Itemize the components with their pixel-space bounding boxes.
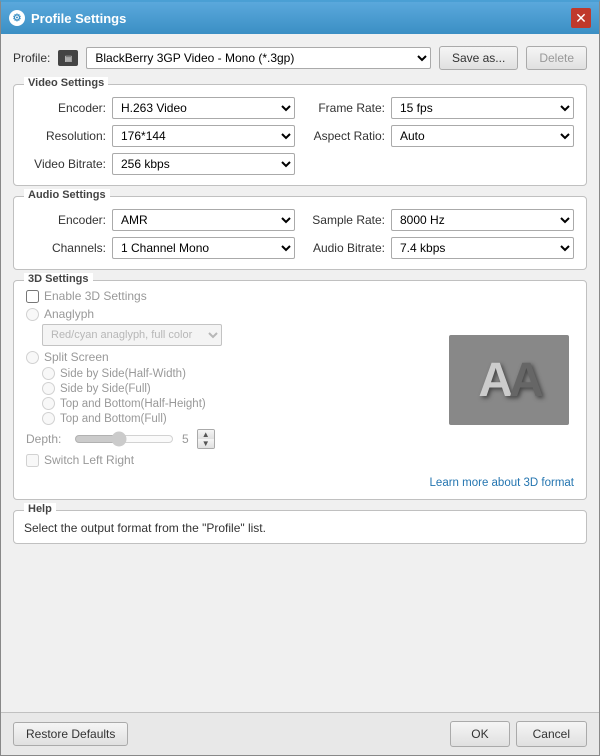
depth-value: 5: [182, 432, 189, 446]
video-bitrate-label: Video Bitrate:: [26, 157, 106, 171]
content-area: Profile: ▤ BlackBerry 3GP Video - Mono (…: [1, 34, 599, 712]
video-bitrate-row: Video Bitrate: 256 kbps 512 kbps 1 Mbps: [26, 153, 295, 175]
depth-slider[interactable]: [74, 431, 174, 447]
side-by-side-full-label: Side by Side(Full): [60, 383, 151, 395]
encoder-row: Encoder: H.263 Video H.264 Video MPEG-4: [26, 97, 295, 119]
3d-settings-left: Enable 3D Settings Anaglyph Red/cyan ana…: [26, 289, 434, 471]
delete-button[interactable]: Delete: [526, 46, 587, 70]
audio-bitrate-label: Audio Bitrate:: [305, 241, 385, 255]
cancel-button[interactable]: Cancel: [516, 721, 587, 747]
side-by-side-half-row: Side by Side(Half-Width): [42, 367, 434, 380]
depth-down-button[interactable]: ▼: [198, 439, 214, 448]
depth-spinner: ▲ ▼: [197, 429, 215, 449]
save-as-button[interactable]: Save as...: [439, 46, 518, 70]
resolution-label: Resolution:: [26, 129, 106, 143]
sample-rate-label: Sample Rate:: [305, 213, 385, 227]
side-by-side-full-row: Side by Side(Full): [42, 382, 434, 395]
top-bottom-full-radio[interactable]: [42, 412, 55, 425]
title-bar: ⚙ Profile Settings ✕: [1, 2, 599, 34]
3d-settings-title: 3D Settings: [24, 273, 93, 285]
video-settings-grid: Encoder: H.263 Video H.264 Video MPEG-4 …: [26, 97, 574, 175]
ok-button[interactable]: OK: [450, 721, 509, 747]
split-screen-radio[interactable]: [26, 351, 39, 364]
restore-defaults-button[interactable]: Restore Defaults: [13, 722, 128, 746]
anaglyph-label: Anaglyph: [44, 307, 94, 321]
resolution-select[interactable]: 176*144 320*240 640*480: [112, 125, 295, 147]
profile-row: Profile: ▤ BlackBerry 3GP Video - Mono (…: [13, 42, 587, 74]
frame-rate-select[interactable]: 15 fps 24 fps 30 fps: [391, 97, 574, 119]
aa-preview-text: AA: [478, 353, 539, 408]
sample-rate-select[interactable]: 8000 Hz 16000 Hz 44100 Hz: [391, 209, 574, 231]
channels-row: Channels: 1 Channel Mono 2 Channel Stere…: [26, 237, 295, 259]
3d-preview-area: AA: [444, 289, 574, 471]
aspect-ratio-select[interactable]: Auto 4:3 16:9: [391, 125, 574, 147]
encoder-label: Encoder:: [26, 101, 106, 115]
split-screen-radio-row: Split Screen: [26, 350, 434, 364]
channels-label: Channels:: [26, 241, 106, 255]
audio-encoder-label: Encoder:: [26, 213, 106, 227]
profile-icon: ▤: [58, 50, 78, 66]
learn-more-row: Learn more about 3D format: [26, 475, 574, 489]
depth-label: Depth:: [26, 432, 66, 446]
resolution-row: Resolution: 176*144 320*240 640*480: [26, 125, 295, 147]
switch-left-right-checkbox[interactable]: [26, 454, 39, 467]
window-title: Profile Settings: [31, 11, 126, 26]
3d-settings-section: 3D Settings Enable 3D Settings Anaglyph …: [13, 280, 587, 500]
3d-settings-content: Enable 3D Settings Anaglyph Red/cyan ana…: [26, 289, 574, 471]
audio-settings-grid: Encoder: AMR AAC MP3 Sample Rate: 8000 H…: [26, 209, 574, 259]
help-title: Help: [24, 503, 56, 515]
audio-encoder-select[interactable]: AMR AAC MP3: [112, 209, 295, 231]
audio-bitrate-select[interactable]: 7.4 kbps 12.2 kbps 64 kbps: [391, 237, 574, 259]
top-bottom-half-row: Top and Bottom(Half-Height): [42, 397, 434, 410]
top-bottom-half-radio[interactable]: [42, 397, 55, 410]
window-icon: ⚙: [9, 10, 25, 26]
frame-rate-label: Frame Rate:: [305, 101, 385, 115]
top-bottom-full-row: Top and Bottom(Full): [42, 412, 434, 425]
side-by-side-half-label: Side by Side(Half-Width): [60, 368, 186, 380]
sample-rate-row: Sample Rate: 8000 Hz 16000 Hz 44100 Hz: [305, 209, 574, 231]
top-bottom-full-label: Top and Bottom(Full): [60, 413, 167, 425]
video-settings-section: Video Settings Encoder: H.263 Video H.26…: [13, 84, 587, 186]
close-button[interactable]: ✕: [571, 8, 591, 28]
frame-rate-row: Frame Rate: 15 fps 24 fps 30 fps: [305, 97, 574, 119]
switch-left-right-label: Switch Left Right: [44, 453, 134, 467]
enable-3d-row: Enable 3D Settings: [26, 289, 434, 303]
profile-select[interactable]: BlackBerry 3GP Video - Mono (*.3gp): [86, 47, 431, 69]
audio-settings-title: Audio Settings: [24, 189, 110, 201]
help-text: Select the output format from the "Profi…: [24, 521, 576, 535]
aspect-ratio-row: Aspect Ratio: Auto 4:3 16:9: [305, 125, 574, 147]
anaglyph-radio-row: Anaglyph: [26, 307, 434, 321]
audio-encoder-row: Encoder: AMR AAC MP3: [26, 209, 295, 231]
footer-right: OK Cancel: [450, 721, 587, 747]
title-bar-left: ⚙ Profile Settings: [9, 10, 126, 26]
video-bitrate-select[interactable]: 256 kbps 512 kbps 1 Mbps: [112, 153, 295, 175]
learn-more-link[interactable]: Learn more about 3D format: [430, 477, 574, 489]
switch-left-right-row: Switch Left Right: [26, 453, 434, 467]
footer: Restore Defaults OK Cancel: [1, 712, 599, 755]
anaglyph-type-select[interactable]: Red/cyan anaglyph, full color: [42, 324, 222, 346]
audio-settings-section: Audio Settings Encoder: AMR AAC MP3 Samp…: [13, 196, 587, 270]
enable-3d-label: Enable 3D Settings: [44, 289, 147, 303]
side-by-side-full-radio[interactable]: [42, 382, 55, 395]
profile-label: Profile:: [13, 51, 50, 65]
video-settings-title: Video Settings: [24, 77, 108, 89]
anaglyph-radio[interactable]: [26, 308, 39, 321]
profile-settings-window: ⚙ Profile Settings ✕ Profile: ▤ BlackBer…: [0, 0, 600, 756]
depth-row: Depth: 5 ▲ ▼: [26, 429, 434, 449]
encoder-select[interactable]: H.263 Video H.264 Video MPEG-4: [112, 97, 295, 119]
split-screen-label: Split Screen: [44, 350, 109, 364]
audio-bitrate-row: Audio Bitrate: 7.4 kbps 12.2 kbps 64 kbp…: [305, 237, 574, 259]
side-by-side-half-radio[interactable]: [42, 367, 55, 380]
help-section: Help Select the output format from the "…: [13, 510, 587, 544]
channels-select[interactable]: 1 Channel Mono 2 Channel Stereo: [112, 237, 295, 259]
top-bottom-half-label: Top and Bottom(Half-Height): [60, 398, 206, 410]
aspect-ratio-label: Aspect Ratio:: [305, 129, 385, 143]
aa-preview: AA: [449, 335, 569, 425]
enable-3d-checkbox[interactable]: [26, 290, 39, 303]
depth-up-button[interactable]: ▲: [198, 430, 214, 439]
